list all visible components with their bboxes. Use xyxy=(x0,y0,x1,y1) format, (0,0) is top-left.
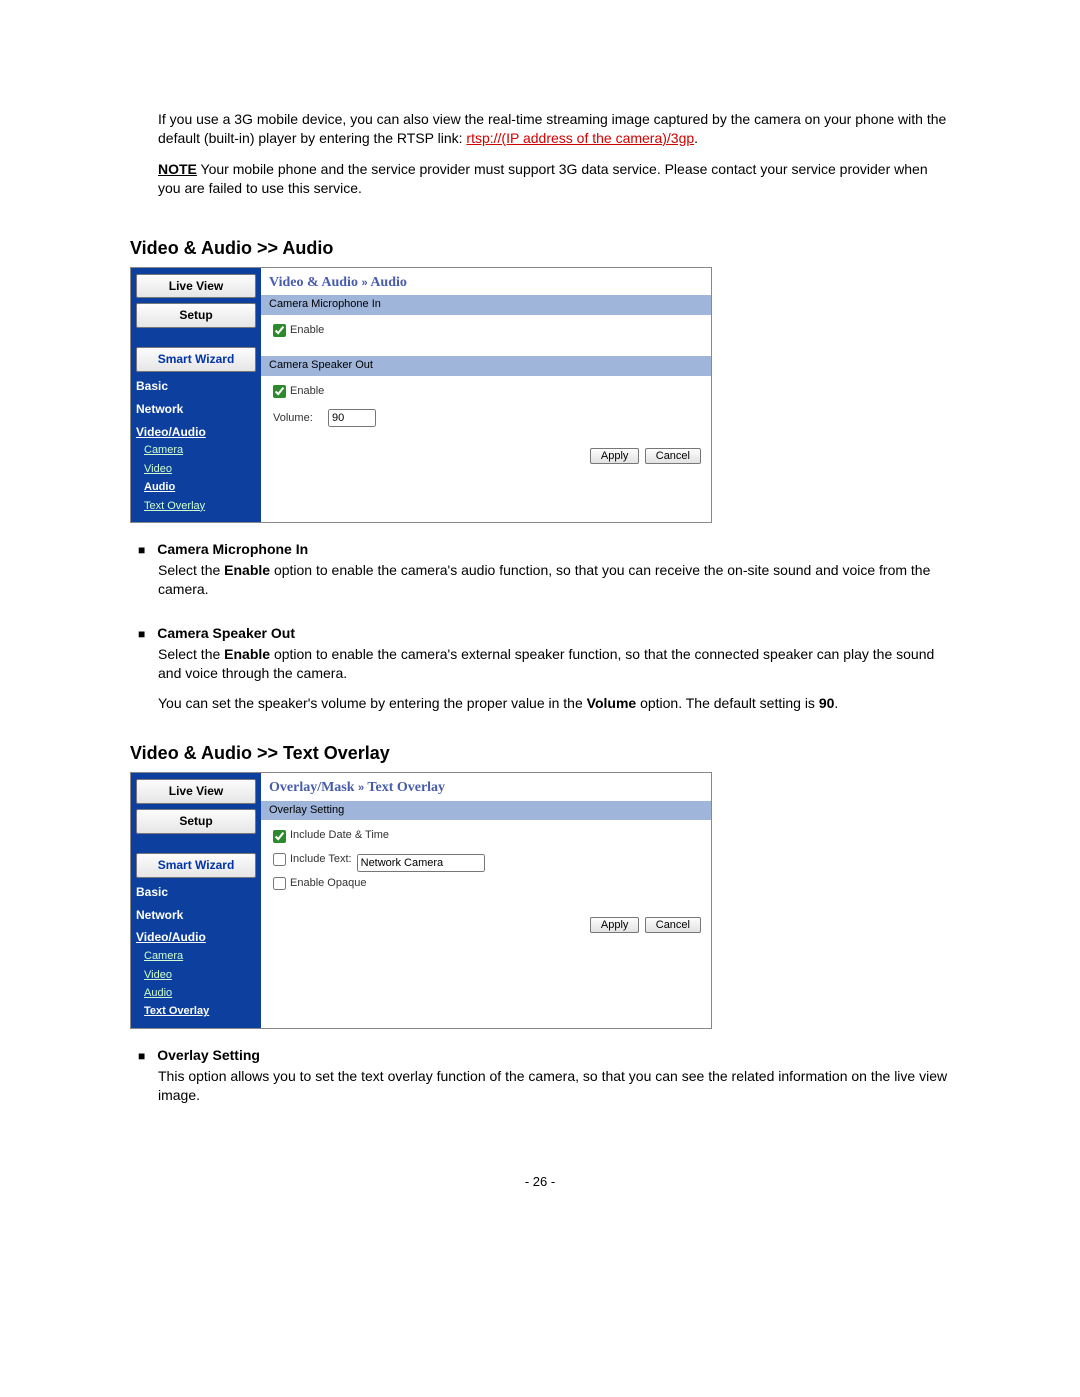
breadcrumb: Video & Audio » Audio xyxy=(261,268,711,296)
volume-input[interactable] xyxy=(328,409,376,427)
include-date-checkbox[interactable]: Include Date & Time xyxy=(273,828,389,843)
mic-section-header: Camera Microphone In xyxy=(261,295,711,314)
sidebar: Live View Setup Smart Wizard Basic Netwo… xyxy=(131,773,261,1027)
smart-wizard-button[interactable]: Smart Wizard xyxy=(136,347,256,372)
mic-enable-checkbox[interactable]: Enable xyxy=(273,323,324,338)
page-number: - 26 - xyxy=(130,1174,950,1189)
section-heading-audio: Video & Audio >> Audio xyxy=(130,238,950,259)
apply-button[interactable]: Apply xyxy=(590,917,640,933)
live-view-button[interactable]: Live View xyxy=(136,779,256,804)
nav-basic[interactable]: Basic xyxy=(136,378,256,395)
nav-video-audio[interactable]: Video/Audio xyxy=(136,424,256,441)
rtsp-link[interactable]: rtsp://(IP address of the camera)/3gp xyxy=(466,130,694,146)
cancel-button[interactable]: Cancel xyxy=(645,448,701,464)
intro-paragraph: If you use a 3G mobile device, you can a… xyxy=(158,110,950,148)
nav-camera[interactable]: Camera xyxy=(144,949,256,964)
smart-wizard-button[interactable]: Smart Wizard xyxy=(136,853,256,878)
square-bullet-icon: ■ xyxy=(138,1049,145,1063)
nav-network[interactable]: Network xyxy=(136,907,256,924)
nav-video-audio[interactable]: Video/Audio xyxy=(136,929,256,946)
square-bullet-icon: ■ xyxy=(138,627,145,641)
speaker-section-header: Camera Speaker Out xyxy=(261,356,711,375)
nav-network[interactable]: Network xyxy=(136,401,256,418)
content-pane: Video & Audio » Audio Camera Microphone … xyxy=(261,268,711,522)
include-text-checkbox[interactable]: Include Text: xyxy=(273,852,352,867)
setup-button[interactable]: Setup xyxy=(136,809,256,834)
setup-button[interactable]: Setup xyxy=(136,303,256,328)
nav-basic[interactable]: Basic xyxy=(136,884,256,901)
overlay-setting-heading: Overlay Setting xyxy=(157,1047,260,1063)
breadcrumb: Overlay/Mask » Text Overlay xyxy=(261,773,711,801)
cancel-button[interactable]: Cancel xyxy=(645,917,701,933)
nav-text-overlay[interactable]: Text Overlay xyxy=(144,1004,256,1019)
screenshot-audio: Live View Setup Smart Wizard Basic Netwo… xyxy=(130,267,712,523)
nav-audio[interactable]: Audio xyxy=(144,986,256,1001)
include-text-input[interactable] xyxy=(357,854,485,872)
nav-text-overlay[interactable]: Text Overlay xyxy=(144,499,256,514)
speaker-paragraph: Select the Enable option to enable the c… xyxy=(158,645,950,683)
apply-button[interactable]: Apply xyxy=(590,448,640,464)
mic-paragraph: Select the Enable option to enable the c… xyxy=(158,561,950,599)
volume-label: Volume: xyxy=(273,412,313,424)
speaker-enable-checkbox[interactable]: Enable xyxy=(273,384,324,399)
overlay-section-header: Overlay Setting xyxy=(261,801,711,820)
mic-heading: Camera Microphone In xyxy=(157,541,308,557)
volume-paragraph: You can set the speaker's volume by ente… xyxy=(158,694,950,713)
overlay-setting-paragraph: This option allows you to set the text o… xyxy=(158,1067,950,1105)
content-pane: Overlay/Mask » Text Overlay Overlay Sett… xyxy=(261,773,711,1027)
nav-camera[interactable]: Camera xyxy=(144,443,256,458)
enable-opaque-checkbox[interactable]: Enable Opaque xyxy=(273,876,366,891)
note-paragraph: NOTE Your mobile phone and the service p… xyxy=(158,160,950,198)
live-view-button[interactable]: Live View xyxy=(136,274,256,299)
sidebar: Live View Setup Smart Wizard Basic Netwo… xyxy=(131,268,261,522)
speaker-heading: Camera Speaker Out xyxy=(157,625,295,641)
nav-video[interactable]: Video xyxy=(144,462,256,477)
square-bullet-icon: ■ xyxy=(138,543,145,557)
nav-audio[interactable]: Audio xyxy=(144,480,256,495)
screenshot-text-overlay: Live View Setup Smart Wizard Basic Netwo… xyxy=(130,772,712,1028)
nav-video[interactable]: Video xyxy=(144,968,256,983)
section-heading-text-overlay: Video & Audio >> Text Overlay xyxy=(130,743,950,764)
